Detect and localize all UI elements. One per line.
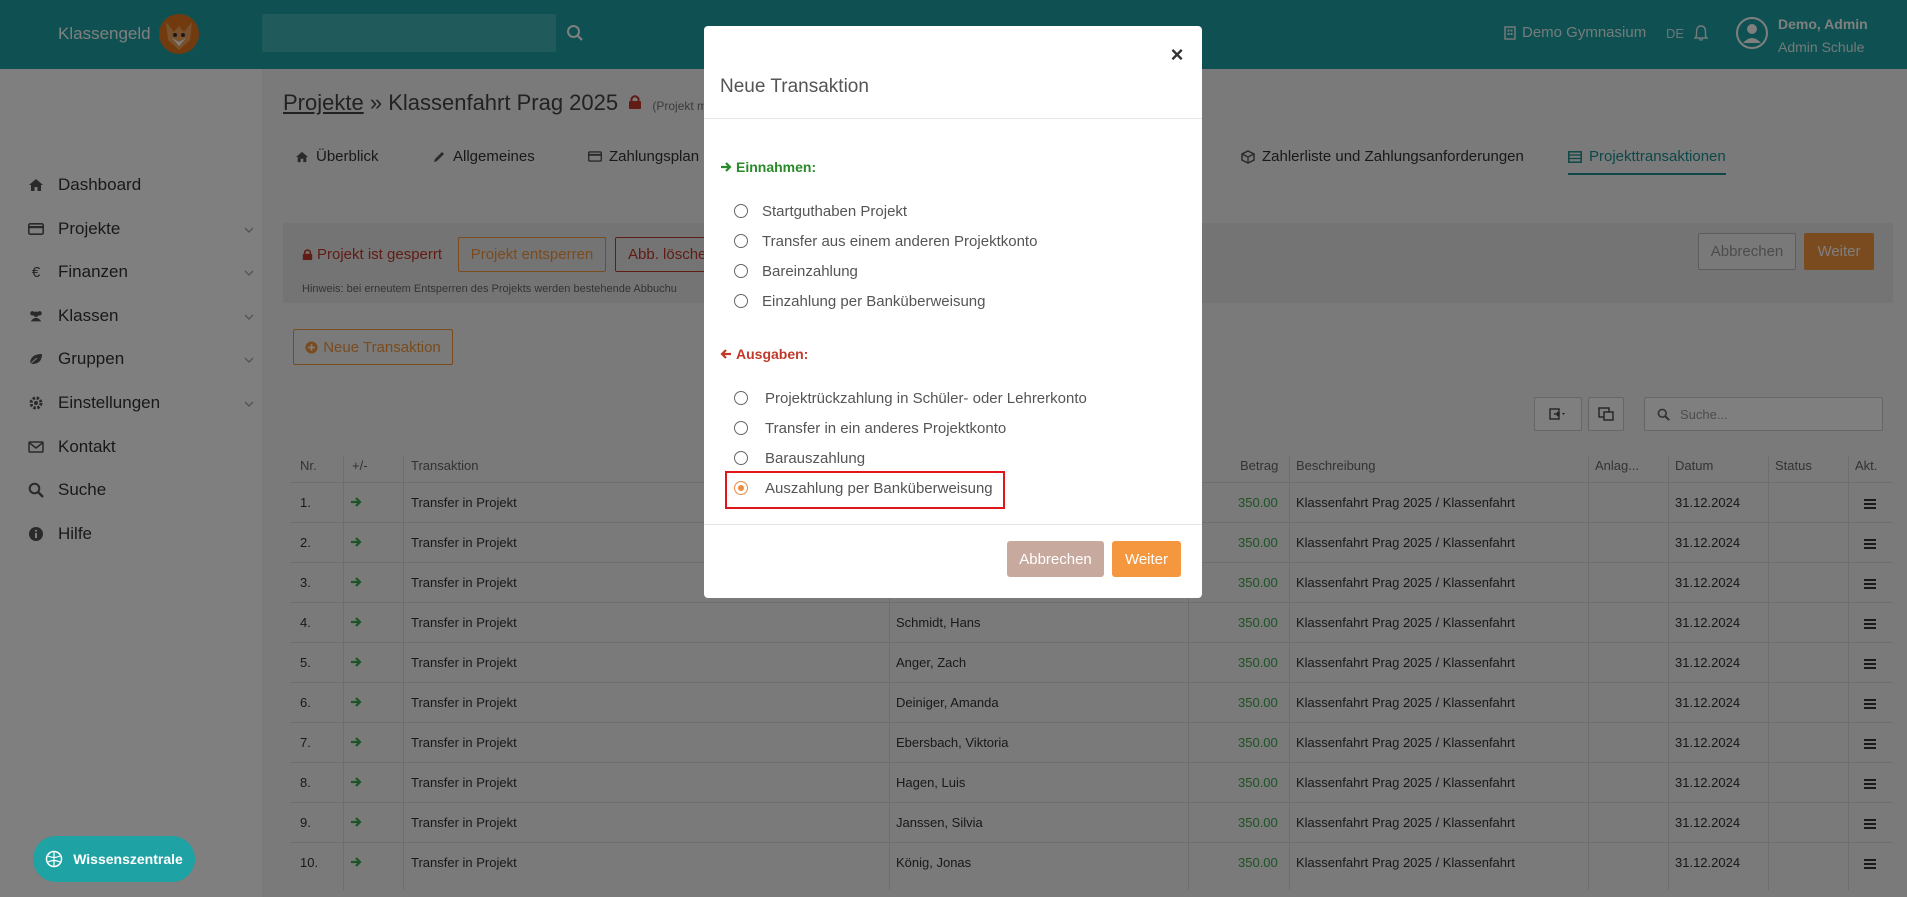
radio-button[interactable] [734,421,748,435]
modal-header: Neue Transaktion × [704,26,1202,119]
expense-option-rueckzahlung[interactable]: Projektrückzahlung in Schüler- oder Lehr… [734,388,1087,408]
option-label: Projektrückzahlung in Schüler- oder Lehr… [765,389,1087,407]
income-option-bankueberweisung[interactable]: Einzahlung per Banküberweisung [734,291,985,311]
selection-highlight-box [725,471,1005,509]
radio-button[interactable] [734,451,748,465]
radio-button[interactable] [734,264,748,278]
modal-footer: Abbrechen Weiter [704,524,1202,598]
expense-option-barauszahlung[interactable]: Barauszahlung [734,448,865,468]
modal-title: Neue Transaktion [720,76,869,97]
app-background: Klassengeld Demo Gymnasium DE Demo, Admi… [0,0,1907,897]
option-label: Bareinzahlung [762,262,858,280]
option-label: Startguthaben Projekt [762,202,908,220]
option-label: Einzahlung per Banküberweisung [762,292,986,310]
arrow-left-icon [720,349,731,359]
option-label: Transfer aus einem anderen Projektkonto [762,232,1038,250]
radio-button[interactable] [734,204,748,218]
expense-section-title: Ausgaben: [720,346,808,362]
income-option-startguthaben[interactable]: Startguthaben Projekt [734,201,907,221]
modal-next-button[interactable]: Weiter [1112,541,1181,577]
close-icon[interactable]: × [1168,42,1186,67]
income-option-transfer[interactable]: Transfer aus einem anderen Projektkonto [734,231,1037,251]
option-label: Barauszahlung [765,449,866,467]
radio-button[interactable] [734,391,748,405]
radio-button[interactable] [734,234,748,248]
brain-icon [45,850,63,868]
knowledge-center-label: Wissenszentrale [73,851,183,867]
arrow-right-icon [721,162,732,172]
knowledge-center-button[interactable]: Wissenszentrale [33,836,195,882]
income-section-title: Einnahmen: [720,159,816,175]
radio-button[interactable] [734,294,748,308]
new-transaction-modal: Neue Transaktion × Einnahmen: Startgutha… [704,26,1202,598]
modal-cancel-button[interactable]: Abbrechen [1007,541,1104,577]
expense-title-label: Ausgaben: [736,346,809,362]
income-option-bareinzahlung[interactable]: Bareinzahlung [734,261,858,281]
option-label: Transfer in ein anderes Projektkonto [765,419,1007,437]
income-title-label: Einnahmen: [736,159,817,175]
expense-option-transfer[interactable]: Transfer in ein anderes Projektkonto [734,418,1006,438]
